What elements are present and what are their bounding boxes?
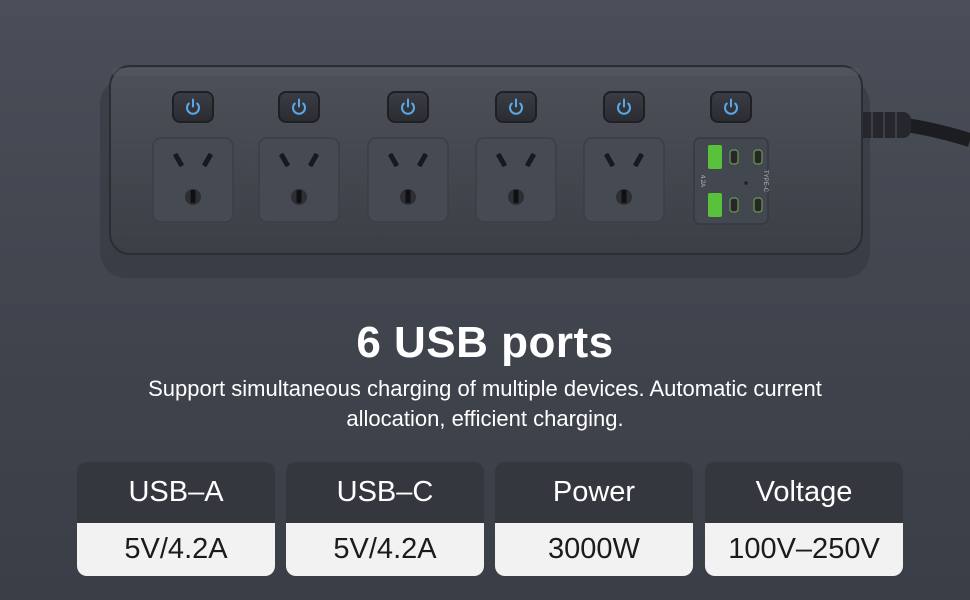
ac-outlet — [583, 137, 665, 223]
usb-c-port — [753, 149, 763, 165]
spec-usb-a: USB–A 5V/4.2A — [77, 462, 275, 576]
power-strip-illustration: 4.2A TYPE-C — [100, 65, 970, 278]
usb-c-port — [729, 149, 739, 165]
subtitle-line-1: Support simultaneous charging of multipl… — [148, 376, 822, 401]
ac-outlet — [475, 137, 557, 223]
spec-label: USB–A — [77, 462, 275, 523]
usb-c-port — [753, 197, 763, 213]
spec-table: USB–A 5V/4.2A USB–C 5V/4.2A Power 3000W … — [77, 462, 903, 576]
usb-a-port — [708, 145, 722, 169]
spec-label: USB–C — [286, 462, 484, 523]
subtitle-line-2: allocation, efficient charging. — [346, 406, 624, 431]
power-switch-button — [710, 91, 752, 123]
usb-c-port — [729, 197, 739, 213]
power-switch-button — [495, 91, 537, 123]
spec-label: Power — [495, 462, 693, 523]
spec-label: Voltage — [705, 462, 903, 523]
spec-usb-c: USB–C 5V/4.2A — [286, 462, 484, 576]
type-c-label: TYPE-C — [762, 170, 768, 193]
spec-value: 100V–250V — [705, 523, 903, 576]
ac-outlet — [367, 137, 449, 223]
power-switch-button — [278, 91, 320, 123]
headline: 6 USB ports — [356, 318, 614, 367]
outlet-row — [152, 137, 665, 223]
usb-panel: 4.2A TYPE-C — [693, 137, 769, 225]
ac-outlet — [258, 137, 340, 223]
spec-power: Power 3000W — [495, 462, 693, 576]
spec-value: 5V/4.2A — [286, 523, 484, 576]
spec-value: 5V/4.2A — [77, 523, 275, 576]
power-switch-button — [172, 91, 214, 123]
spec-voltage: Voltage 100V–250V — [705, 462, 903, 576]
ac-outlet — [152, 137, 234, 223]
power-switch-button — [603, 91, 645, 123]
usb-a-rating-label: 4.2A — [699, 175, 705, 187]
subtitle: Support simultaneous charging of multipl… — [60, 374, 910, 434]
spec-value: 3000W — [495, 523, 693, 576]
usb-a-port — [708, 193, 722, 217]
power-cord — [855, 112, 970, 147]
power-switch-button — [387, 91, 429, 123]
